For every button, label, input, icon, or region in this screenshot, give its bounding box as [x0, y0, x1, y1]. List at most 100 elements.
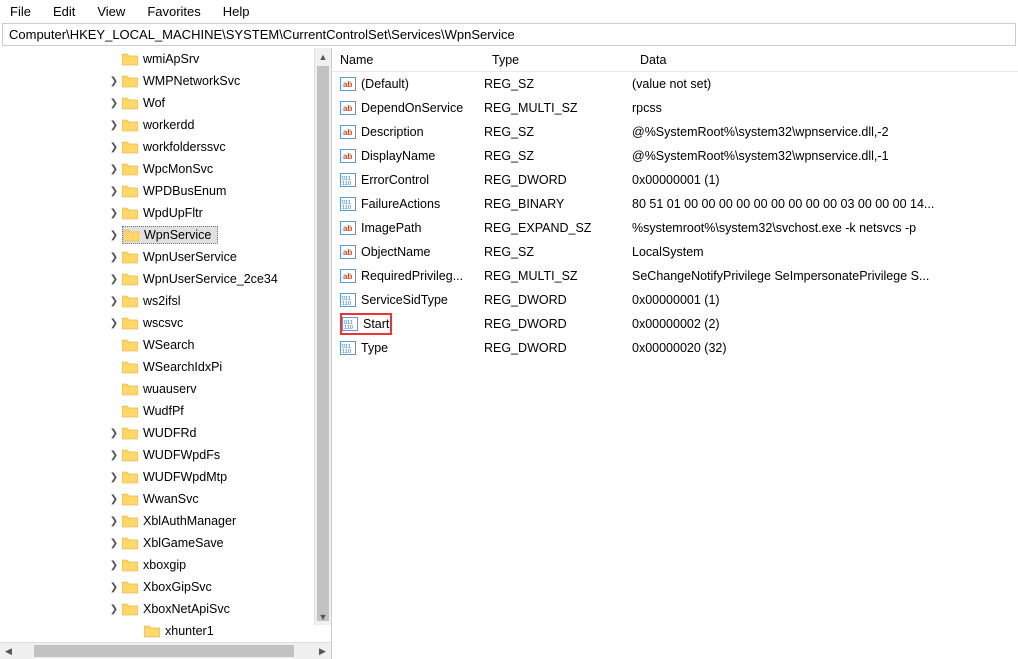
menu-file[interactable]: File: [6, 2, 35, 21]
tree-item[interactable]: ❯WUDFWpdMtp: [0, 466, 331, 488]
tree-item[interactable]: ❯xboxgip: [0, 554, 331, 576]
tree-item[interactable]: ❯XblAuthManager: [0, 510, 331, 532]
value-row[interactable]: TypeREG_DWORD0x00000020 (32): [332, 336, 1018, 360]
folder-icon: [122, 360, 138, 374]
expand-chevron-icon[interactable]: ❯: [108, 296, 120, 307]
scroll-right-icon[interactable]: ▶: [314, 643, 331, 659]
expand-chevron-icon[interactable]: ❯: [108, 538, 120, 549]
highlight-box: Start: [340, 313, 392, 335]
scrollbar-thumb[interactable]: [317, 66, 329, 621]
tree-item[interactable]: ❯workerdd: [0, 114, 331, 136]
folder-icon: [122, 206, 138, 220]
binary-value-icon: [340, 172, 356, 188]
value-row[interactable]: StartREG_DWORD0x00000002 (2): [332, 312, 1018, 336]
expand-chevron-icon[interactable]: ❯: [108, 318, 120, 329]
folder-icon: [122, 470, 138, 484]
tree-item[interactable]: ❯WMPNetworkSvc: [0, 70, 331, 92]
value-type: REG_MULTI_SZ: [484, 101, 632, 115]
scroll-down-icon[interactable]: ▼: [315, 608, 331, 625]
binary-value-icon: [342, 316, 358, 332]
tree-item[interactable]: ❯WwanSvc: [0, 488, 331, 510]
expand-chevron-icon[interactable]: ❯: [108, 428, 120, 439]
string-value-icon: [340, 148, 356, 164]
folder-icon: [122, 382, 138, 396]
tree-item[interactable]: ❯WUDFWpdFs: [0, 444, 331, 466]
expand-chevron-icon[interactable]: ❯: [108, 76, 120, 87]
expand-chevron-icon[interactable]: ❯: [108, 274, 120, 285]
value-row[interactable]: RequiredPrivileg...REG_MULTI_SZSeChangeN…: [332, 264, 1018, 288]
tree-item-label: Wof: [142, 95, 169, 111]
value-row[interactable]: ErrorControlREG_DWORD0x00000001 (1): [332, 168, 1018, 192]
value-row[interactable]: ServiceSidTypeREG_DWORD0x00000001 (1): [332, 288, 1018, 312]
value-row[interactable]: ImagePathREG_EXPAND_SZ%systemroot%\syste…: [332, 216, 1018, 240]
tree-item[interactable]: ❯WpnUserService: [0, 246, 331, 268]
string-value-icon: [340, 100, 356, 116]
folder-icon: [123, 228, 139, 242]
value-name: ImagePath: [360, 221, 422, 235]
scroll-up-icon[interactable]: ▲: [315, 48, 331, 65]
tree-item[interactable]: ❯WpnService: [0, 224, 331, 246]
column-name[interactable]: Name: [332, 50, 484, 70]
expand-chevron-icon[interactable]: ❯: [108, 516, 120, 527]
tree-item[interactable]: ❯WpcMonSvc: [0, 158, 331, 180]
tree-item[interactable]: ❯WpnUserService_2ce34: [0, 268, 331, 290]
address-bar[interactable]: Computer\HKEY_LOCAL_MACHINE\SYSTEM\Curre…: [2, 23, 1016, 46]
value-name: ObjectName: [360, 245, 431, 259]
expand-chevron-icon[interactable]: ❯: [108, 472, 120, 483]
value-row[interactable]: DescriptionREG_SZ@%SystemRoot%\system32\…: [332, 120, 1018, 144]
expand-chevron-icon[interactable]: ❯: [108, 494, 120, 505]
tree-item[interactable]: ❯XboxGipSvc: [0, 576, 331, 598]
tree-item[interactable]: ❯ wscsvc: [0, 312, 331, 334]
tree-item[interactable]: ❯ Wof: [0, 92, 331, 114]
value-row[interactable]: ObjectNameREG_SZLocalSystem: [332, 240, 1018, 264]
value-row[interactable]: DependOnServiceREG_MULTI_SZrpcss: [332, 96, 1018, 120]
scroll-left-icon[interactable]: ◀: [0, 643, 17, 659]
tree-item[interactable]: ❯WPDBusEnum: [0, 180, 331, 202]
value-row[interactable]: FailureActionsREG_BINARY80 51 01 00 00 0…: [332, 192, 1018, 216]
expand-chevron-icon[interactable]: ❯: [108, 230, 120, 241]
value-row[interactable]: DisplayNameREG_SZ@%SystemRoot%\system32\…: [332, 144, 1018, 168]
expand-chevron-icon[interactable]: ❯: [108, 164, 120, 175]
scrollbar-thumb[interactable]: [34, 645, 294, 657]
tree-item[interactable]: ❯ws2ifsl: [0, 290, 331, 312]
expand-chevron-icon[interactable]: ❯: [108, 450, 120, 461]
tree-item[interactable]: ❯WUDFRd: [0, 422, 331, 444]
column-type[interactable]: Type: [484, 50, 632, 70]
menu-view[interactable]: View: [93, 2, 129, 21]
expand-chevron-icon[interactable]: ❯: [108, 142, 120, 153]
tree-item[interactable]: WSearch: [0, 334, 331, 356]
tree-vertical-scrollbar[interactable]: ▲ ▼: [314, 48, 331, 625]
tree-item[interactable]: xhunter1: [0, 620, 331, 642]
expand-chevron-icon[interactable]: ❯: [108, 604, 120, 615]
tree-item-label: WSearchIdxPi: [142, 359, 226, 375]
value-data: SeChangeNotifyPrivilege SeImpersonatePri…: [632, 269, 1018, 283]
tree-item[interactable]: ❯WpdUpFltr: [0, 202, 331, 224]
tree-item[interactable]: ❯XblGameSave: [0, 532, 331, 554]
menu-favorites[interactable]: Favorites: [143, 2, 204, 21]
expand-chevron-icon[interactable]: ❯: [108, 98, 120, 109]
expand-chevron-icon[interactable]: ❯: [108, 186, 120, 197]
tree-item[interactable]: ❯workfolderssvc: [0, 136, 331, 158]
expand-chevron-icon[interactable]: ❯: [108, 582, 120, 593]
folder-icon: [122, 514, 138, 528]
value-row[interactable]: (Default)REG_SZ(value not set): [332, 72, 1018, 96]
folder-icon: [122, 426, 138, 440]
menu-help[interactable]: Help: [219, 2, 254, 21]
tree-item-label: wscsvc: [142, 315, 187, 331]
menu-bar: File Edit View Favorites Help: [0, 0, 1018, 23]
expand-chevron-icon[interactable]: ❯: [108, 560, 120, 571]
tree-item[interactable]: WSearchIdxPi: [0, 356, 331, 378]
expand-chevron-icon[interactable]: ❯: [108, 208, 120, 219]
expand-chevron-icon[interactable]: ❯: [108, 120, 120, 131]
tree-horizontal-scrollbar[interactable]: ◀ ▶: [0, 642, 331, 659]
tree-item[interactable]: wuauserv: [0, 378, 331, 400]
value-type: REG_SZ: [484, 77, 632, 91]
menu-edit[interactable]: Edit: [49, 2, 79, 21]
tree-item[interactable]: WudfPf: [0, 400, 331, 422]
expand-chevron-icon[interactable]: ❯: [108, 252, 120, 263]
tree-item[interactable]: wmiApSrv: [0, 48, 331, 70]
value-name: ServiceSidType: [360, 293, 449, 307]
value-data: (value not set): [632, 77, 1018, 91]
tree-item[interactable]: ❯XboxNetApiSvc: [0, 598, 331, 620]
column-data[interactable]: Data: [632, 50, 1018, 70]
